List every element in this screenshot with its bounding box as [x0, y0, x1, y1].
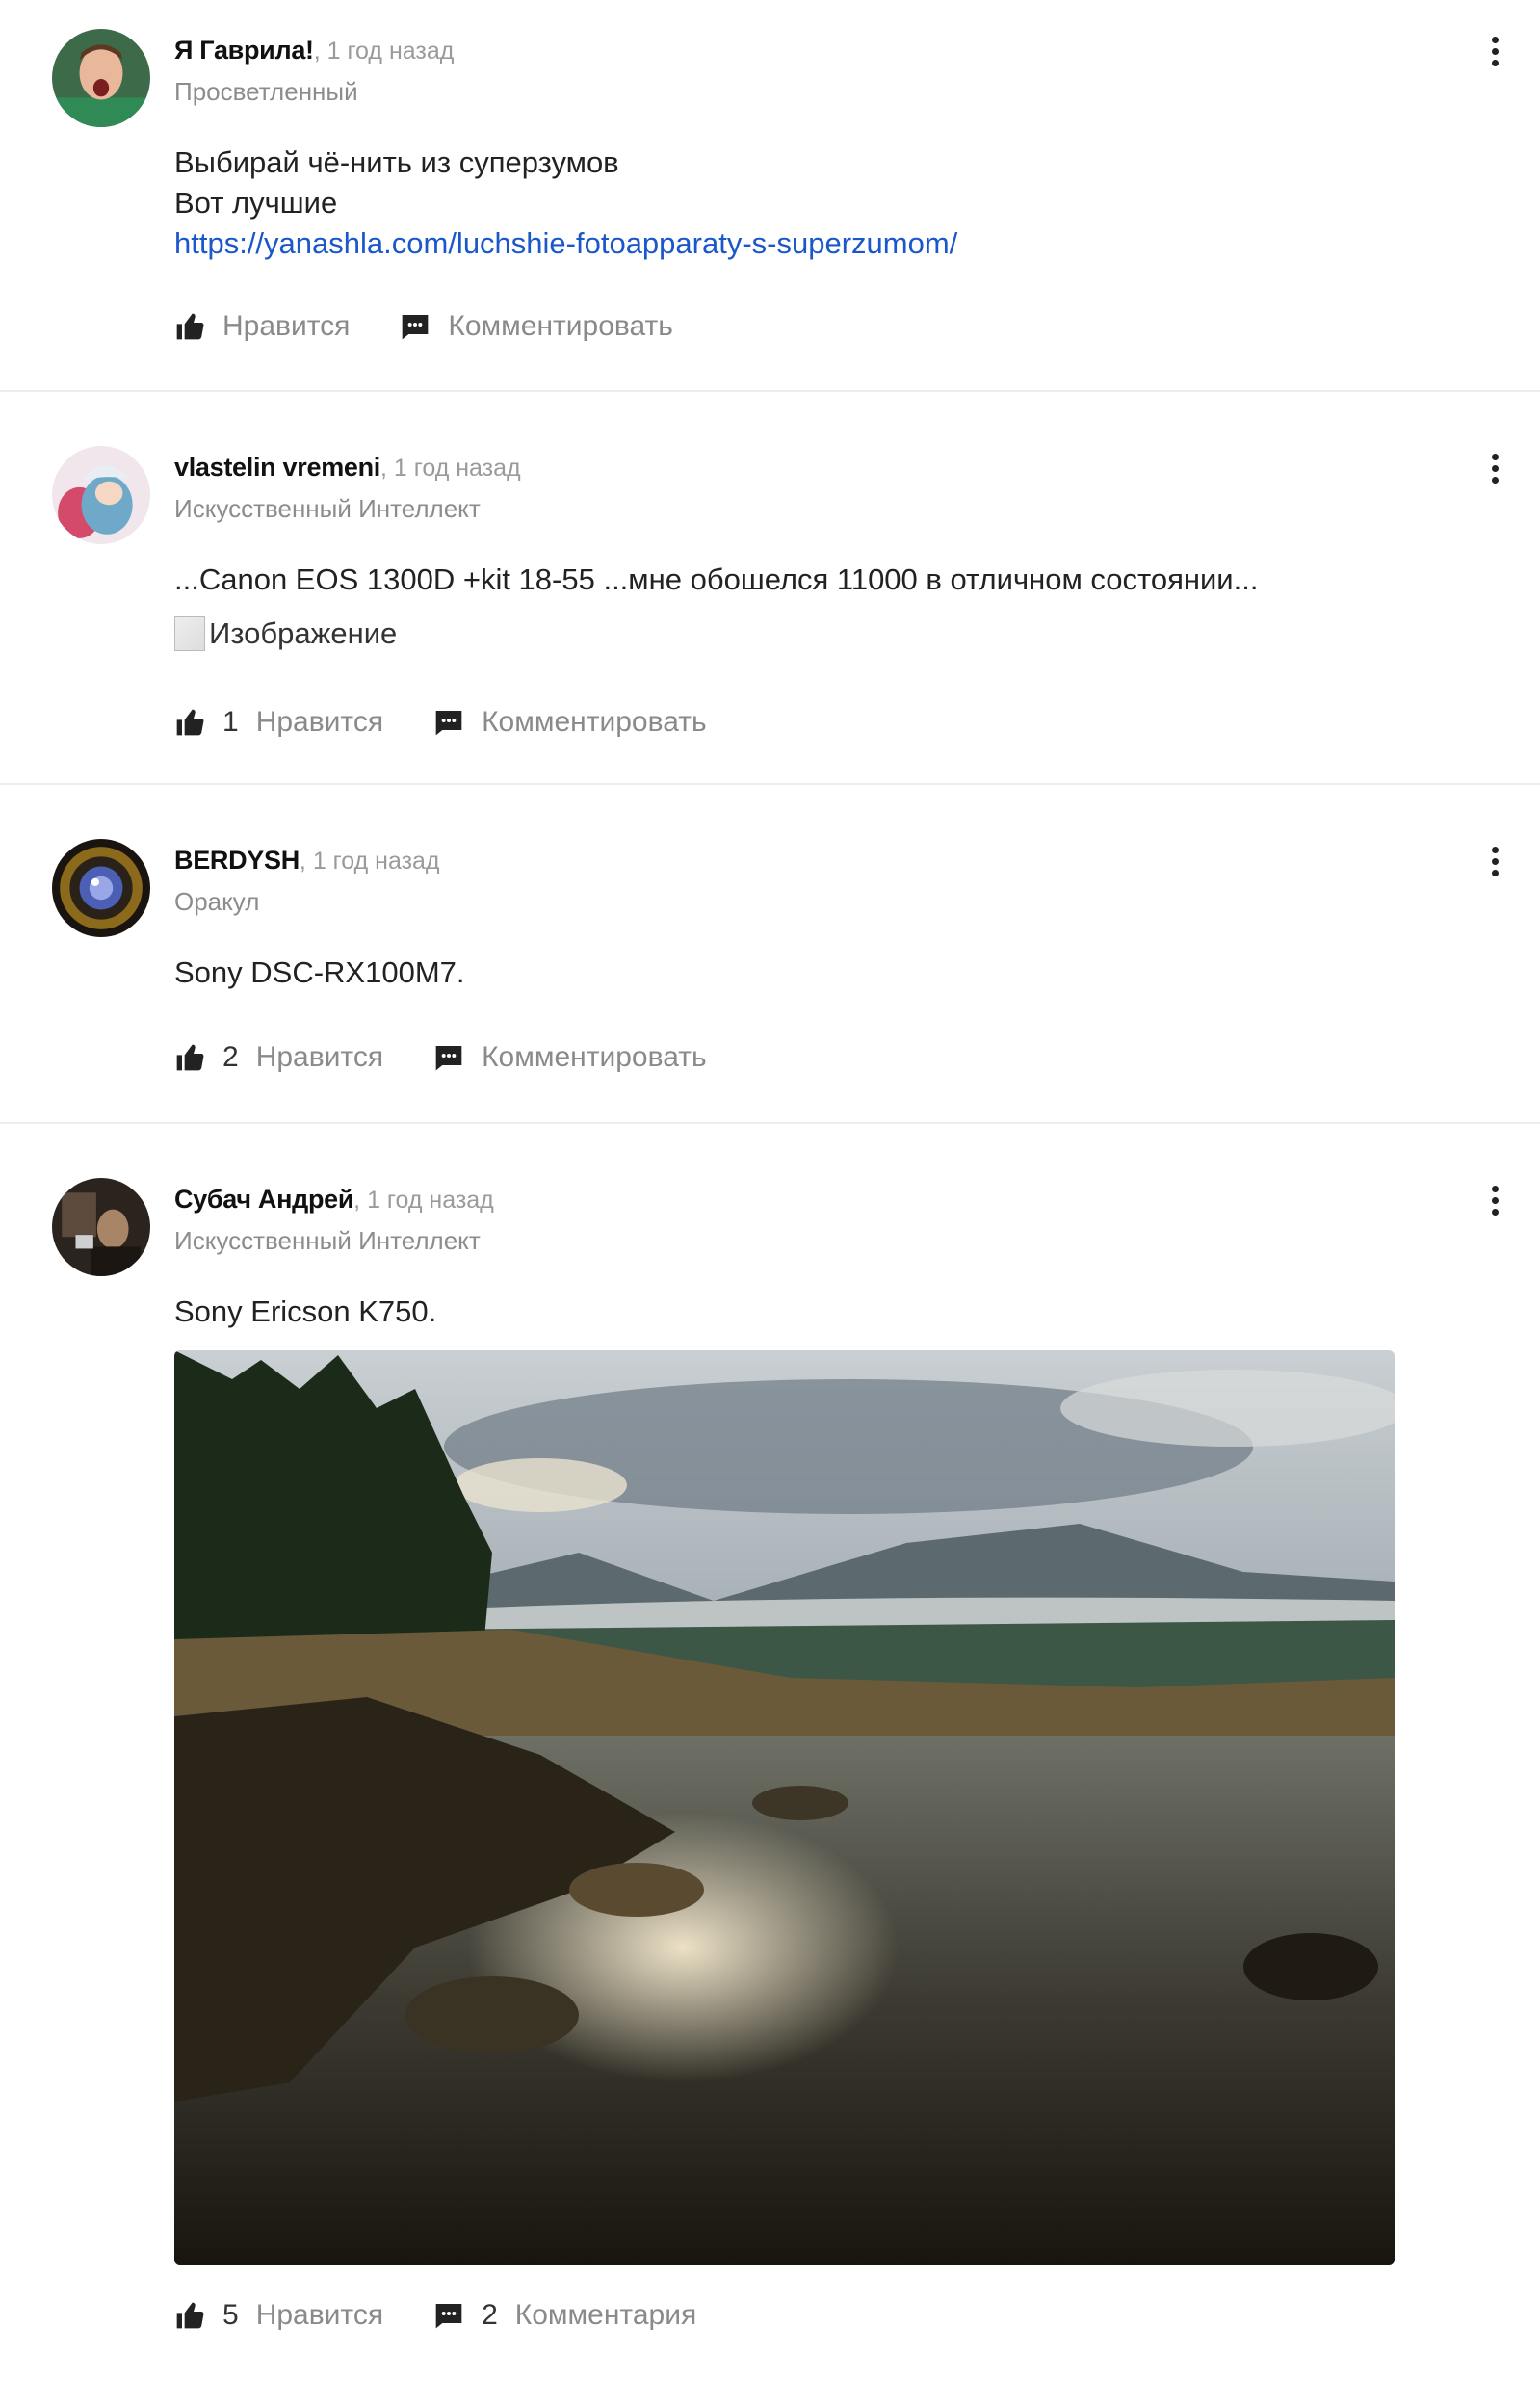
post-text-line: Выбирай чё-нить из суперзумов [174, 145, 619, 179]
post: Субач Андрей, 1 год назад Искусственный … [0, 1124, 1540, 2405]
comment-button[interactable]: 2 Комментария [433, 2299, 696, 2332]
comment-button[interactable]: Комментировать [433, 1041, 707, 1074]
comment-label: Комментировать [448, 310, 673, 342]
comment-button[interactable]: Комментировать [433, 706, 707, 739]
like-count: 5 [222, 2299, 239, 2331]
like-count: 2 [222, 1041, 239, 1073]
kebab-menu-icon[interactable] [1488, 37, 1501, 71]
comment-icon [435, 1046, 462, 1071]
avatar[interactable] [52, 29, 150, 127]
avatar[interactable] [52, 1178, 150, 1276]
thumbs-up-icon [176, 313, 204, 340]
post-body: Sony Ericson K750. [174, 1292, 436, 1332]
post-text: ...Canon EOS 1300D +kit 18-55 ...мне обо… [174, 562, 1259, 596]
post-body: ...Canon EOS 1300D +kit 18-55 ...мне обо… [174, 560, 1258, 654]
post: BERDYSH, 1 год назад Оракул Sony DSC-RX1… [0, 785, 1540, 1124]
post-time: 1 год назад [393, 455, 521, 482]
broken-image-icon [174, 616, 205, 651]
post-actions: 5 Нравится 2 Комментария [174, 2299, 746, 2332]
comment-button[interactable]: Комментировать [400, 310, 673, 343]
post-header: Субач Андрей, 1 год назад Искусственный … [174, 1182, 494, 1258]
post-text: Sony Ericson K750. [174, 1294, 437, 1328]
post-header: BERDYSH, 1 год назад Оракул [174, 843, 440, 919]
post-actions: 2 Нравится Комментировать [174, 1041, 757, 1074]
image-alt: Изображение [209, 616, 398, 650]
comment-icon [435, 2304, 462, 2329]
like-button[interactable]: 1 Нравится [174, 706, 383, 739]
author-name[interactable]: vlastelin vremeni [174, 453, 380, 482]
kebab-menu-icon[interactable] [1488, 454, 1501, 488]
broken-image: Изображение [174, 614, 1258, 654]
avatar[interactable] [52, 839, 150, 937]
like-button[interactable]: 5 Нравится [174, 2299, 383, 2332]
post-text-line: Вот лучшие [174, 186, 338, 220]
like-count: 1 [222, 706, 239, 738]
post-actions: Нравится Комментировать [174, 310, 723, 343]
comment-icon [435, 711, 462, 736]
like-label: Нравится [255, 706, 384, 738]
author-name[interactable]: Я Гаврила! [174, 36, 314, 65]
thumbs-up-icon [176, 2302, 204, 2329]
kebab-menu-icon[interactable] [1488, 847, 1501, 881]
author-rank: Искусственный Интеллект [174, 494, 481, 523]
comment-count: 2 [482, 2299, 498, 2331]
author-rank: Искусственный Интеллект [174, 1226, 481, 1255]
like-label: Нравится [255, 1041, 384, 1073]
like-label: Нравится [255, 2299, 384, 2331]
comment-icon [403, 315, 429, 340]
post-time: 1 год назад [367, 1187, 494, 1214]
author-name[interactable]: Субач Андрей [174, 1185, 353, 1214]
post: Я Гаврила!, 1 год назад Просветленный Вы… [0, 0, 1540, 392]
post-time: 1 год назад [326, 38, 455, 65]
post: vlastelin vremeni, 1 год назад Искусстве… [0, 392, 1540, 785]
post-text: Sony DSC-RX100M7. [174, 955, 465, 989]
post-link[interactable]: https://yanashla.com/luchshie-fotoappara… [174, 223, 957, 264]
author-name[interactable]: BERDYSH [174, 846, 300, 875]
post-body: Выбирай чё-нить из суперзумов Вот лучшие… [174, 143, 957, 264]
post-header: Я Гаврила!, 1 год назад Просветленный [174, 33, 454, 109]
like-label: Нравится [222, 310, 351, 342]
post-photo[interactable] [174, 1350, 1395, 2265]
thumbs-up-icon [176, 1044, 204, 1071]
kebab-menu-icon[interactable] [1488, 1186, 1501, 1220]
like-button[interactable]: 2 Нравится [174, 1041, 383, 1074]
post-body: Sony DSC-RX100M7. [174, 953, 465, 993]
author-rank: Оракул [174, 887, 260, 916]
post-header: vlastelin vremeni, 1 год назад Искусстве… [174, 450, 521, 526]
comment-label: Комментария [514, 2299, 697, 2331]
like-button[interactable]: Нравится [174, 310, 350, 343]
comment-label: Комментировать [482, 706, 707, 738]
post-time: 1 год назад [312, 848, 440, 875]
thumbs-up-icon [176, 709, 204, 736]
comment-label: Комментировать [482, 1041, 707, 1073]
post-actions: 1 Нравится Комментировать [174, 706, 757, 739]
avatar[interactable] [52, 446, 150, 544]
author-rank: Просветленный [174, 77, 358, 106]
